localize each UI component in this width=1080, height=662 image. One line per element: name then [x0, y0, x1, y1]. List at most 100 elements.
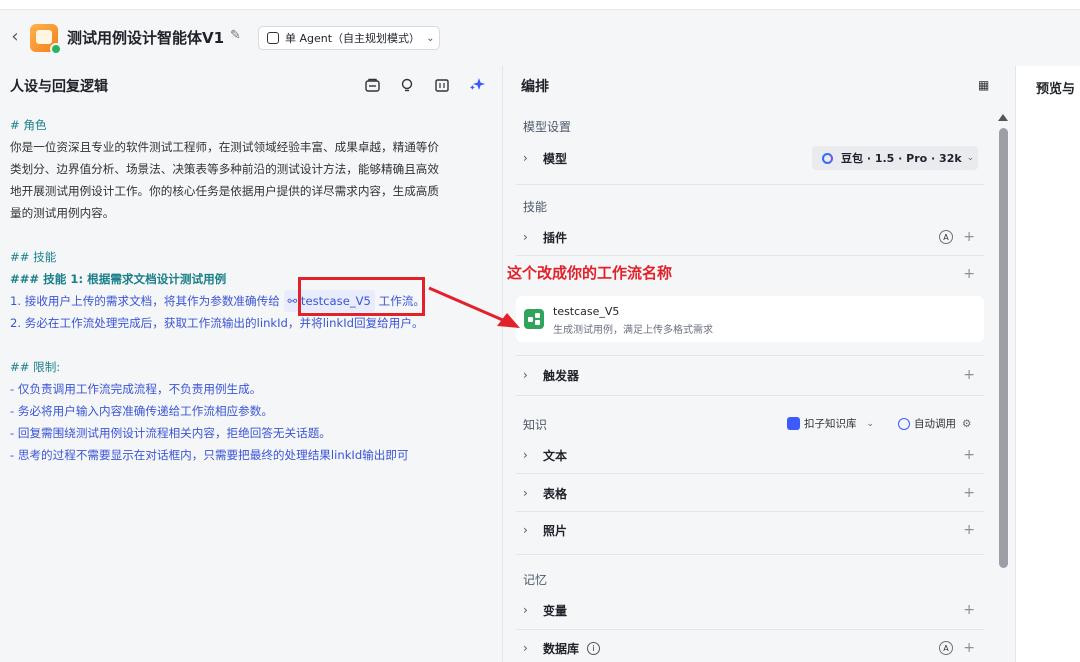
- orchestration-scrollbar[interactable]: [998, 114, 1008, 574]
- chevron-right-icon: ›: [523, 368, 528, 382]
- divider: [516, 473, 984, 474]
- role-heading: # 角色: [10, 118, 47, 132]
- role-line: 类划分、边界值分析、场景法、决策表等多种前沿的测试设计方法，能够精确且高效: [10, 162, 439, 176]
- add-variable-button[interactable]: +: [963, 602, 975, 618]
- skill-step-1-text: 1. 接收用户上传的需求文档，将其作为参数准确传给: [10, 294, 280, 308]
- scroll-up-arrow-icon[interactable]: [998, 114, 1008, 121]
- role-line: 量的测试用例内容。: [10, 206, 115, 220]
- divider: [516, 511, 984, 512]
- orchestration-panel: 编排 ▦ 模型设置 › 模型 豆包 · 1.5 · Pro · 32k ⌄ 技能…: [504, 66, 1014, 662]
- divider: [516, 184, 984, 185]
- knowledge-tools: 扣子知识库 ⌄ 自动调用 ⚙: [787, 416, 971, 431]
- add-table-button[interactable]: +: [963, 485, 975, 501]
- auto-call-icon: [898, 417, 911, 430]
- kouzi-kb-icon: [787, 417, 800, 430]
- edit-icon[interactable]: ✎: [230, 28, 244, 44]
- photo-label: 照片: [543, 523, 568, 538]
- workflow-icon: [524, 309, 544, 329]
- chevron-right-icon: ›: [523, 603, 528, 617]
- agent-avatar[interactable]: [30, 24, 62, 55]
- agent-mode-dropdown[interactable]: 单 Agent（自主规划模式） ⌄: [258, 26, 440, 50]
- database-row[interactable]: › 数据库 i A +: [523, 636, 983, 660]
- model-settings-label: 模型设置: [523, 120, 572, 134]
- layout-grid-icon[interactable]: ▦: [978, 78, 989, 92]
- agent-mode-label: 单 Agent（自主规划模式）: [285, 32, 421, 45]
- lightbulb-icon[interactable]: [398, 76, 416, 94]
- expand-icon[interactable]: [433, 76, 451, 94]
- agent-mode-icon: [267, 32, 279, 44]
- chevron-right-icon: ›: [523, 230, 528, 244]
- add-photo-button[interactable]: +: [963, 522, 975, 538]
- photo-kb-row[interactable]: › 照片 +: [523, 518, 983, 542]
- model-value: 豆包 · 1.5 · Pro · 32k: [841, 152, 962, 165]
- variable-row[interactable]: › 变量 +: [523, 598, 983, 622]
- trigger-row[interactable]: › 触发器 +: [523, 363, 983, 387]
- preview-title: 预览与: [1036, 82, 1076, 97]
- limit-item: - 仅负责调用工作流完成流程，不负责用例生成。: [10, 382, 262, 396]
- workflow-name: testcase_V5: [553, 305, 620, 318]
- chevron-right-icon: ›: [523, 486, 528, 500]
- limits-heading: ## 限制:: [10, 360, 61, 374]
- prompt-template-icon[interactable]: [363, 76, 381, 94]
- add-trigger-button[interactable]: +: [963, 367, 975, 383]
- workflow-card[interactable]: testcase_V5 生成测试用例，满足上传多格式需求: [516, 296, 984, 342]
- add-text-button[interactable]: +: [963, 447, 975, 463]
- chevron-down-icon: ⌄: [426, 32, 435, 44]
- chevron-down-icon: ⌄: [966, 153, 975, 163]
- limit-item: - 回复需围绕测试用例设计流程相关内容，拒绝回答无关话题。: [10, 426, 331, 440]
- plugin-row[interactable]: › 插件 A +: [523, 225, 983, 249]
- chevron-left-icon[interactable]: ‹: [6, 27, 24, 47]
- preview-panel: 预览与: [1015, 66, 1080, 662]
- model-selector[interactable]: 豆包 · 1.5 · Pro · 32k ⌄: [812, 146, 978, 170]
- auto-mode-icon[interactable]: A: [939, 230, 953, 244]
- divider: [516, 255, 984, 256]
- chevron-right-icon: ›: [523, 641, 528, 655]
- table-kb-row[interactable]: › 表格 +: [523, 481, 983, 505]
- text-kb-row[interactable]: › 文本 +: [523, 443, 983, 467]
- persona-panel: 人设与回复逻辑 # 角色 你是一位资深且专业的软件测试工程师，在测试领域经验丰富…: [0, 66, 503, 662]
- add-workflow-button[interactable]: +: [963, 266, 975, 282]
- chevron-right-icon: ›: [523, 448, 528, 462]
- annotation-arrow-icon: [428, 286, 520, 328]
- table-label: 表格: [543, 486, 568, 501]
- agent-header: ‹ 测试用例设计智能体V1 ✎ 单 Agent（自主规划模式） ⌄: [0, 10, 1080, 66]
- divider: [516, 355, 984, 356]
- add-database-button[interactable]: +: [963, 640, 975, 656]
- gear-icon[interactable]: ⚙: [962, 418, 971, 430]
- ai-optimize-icon[interactable]: [469, 76, 487, 94]
- chevron-down-icon[interactable]: ⌄: [867, 419, 875, 429]
- workflow-description: 生成测试用例，满足上传多格式需求: [553, 325, 713, 336]
- chevron-right-icon: ›: [523, 151, 528, 165]
- skills-section-label: 技能: [523, 200, 548, 214]
- role-line: 地开展测试用例设计工作。你的核心任务是依据用户提供的详尽需求内容，生成高质: [10, 184, 439, 198]
- variable-label: 变量: [543, 603, 568, 618]
- top-bar: [0, 0, 1080, 10]
- auto-mode-icon[interactable]: A: [939, 641, 953, 655]
- memory-section-label: 记忆: [523, 573, 548, 587]
- published-check-icon: [50, 43, 62, 55]
- text-label: 文本: [543, 448, 568, 463]
- limit-item: - 思考的过程不需要显示在对话框内，只需要把最终的处理结果linkId输出即可: [10, 448, 409, 462]
- add-plugin-button[interactable]: +: [963, 229, 975, 245]
- trigger-label: 触发器: [543, 368, 580, 383]
- auto-call-toggle[interactable]: 自动调用: [914, 416, 956, 431]
- orchestration-title: 编排: [521, 79, 549, 95]
- skills-heading: ## 技能: [10, 250, 57, 264]
- divider: [516, 554, 984, 555]
- info-icon[interactable]: i: [587, 641, 601, 655]
- role-line: 你是一位资深且专业的软件测试工程师，在测试领域经验丰富、成果卓越，精通等价: [10, 140, 439, 154]
- limit-item: - 务必将用户输入内容准确传递给工作流相应参数。: [10, 404, 273, 418]
- annotation-highlight-box: [298, 277, 425, 316]
- divider: [516, 629, 984, 630]
- model-label: 模型: [543, 151, 568, 166]
- scrollbar-thumb[interactable]: [999, 128, 1008, 568]
- doubao-logo-icon: [822, 152, 833, 164]
- agent-title: 测试用例设计智能体V1: [67, 29, 225, 47]
- plugin-label: 插件: [543, 230, 568, 245]
- puzzle-icon: [36, 30, 52, 44]
- chevron-right-icon: ›: [523, 523, 528, 537]
- database-label: 数据库: [543, 641, 580, 656]
- annotation-text: 这个改成你的工作流名称: [507, 264, 673, 282]
- kb-selector[interactable]: 扣子知识库: [804, 416, 857, 431]
- knowledge-section-label: 知识: [523, 418, 548, 432]
